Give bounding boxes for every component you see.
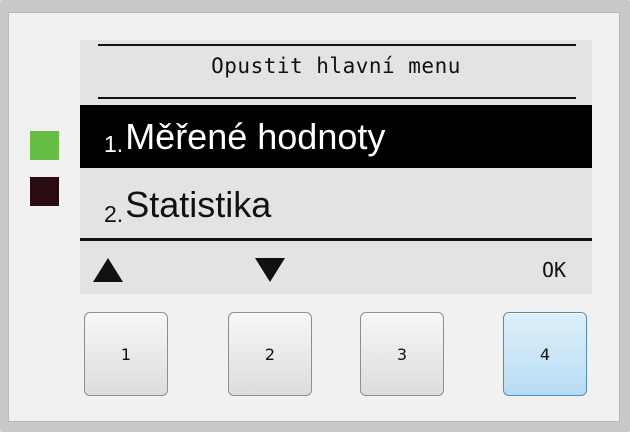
menu-item-statistics[interactable]: 2. Statistika	[80, 171, 592, 238]
menu-item-number: 2.	[104, 201, 124, 227]
status-led-dark	[30, 177, 59, 206]
hardware-button-4[interactable]: 4	[503, 312, 587, 396]
status-led-green	[30, 131, 59, 160]
softkey-divider	[80, 238, 592, 241]
hardware-button-3[interactable]: 3	[360, 312, 444, 396]
hardware-button-1[interactable]: 1	[84, 312, 168, 396]
up-arrow-icon	[93, 258, 123, 282]
controller-device: Opustit hlavní menu 1. Měřené hodnoty 2.…	[0, 0, 630, 432]
header-top-rule	[98, 44, 576, 46]
menu-item-measured-values[interactable]: 1. Měřené hodnoty	[80, 105, 592, 168]
softkey-up[interactable]	[90, 253, 126, 287]
softkey-down[interactable]	[252, 253, 288, 287]
down-arrow-icon	[255, 258, 285, 282]
header-bottom-rule	[98, 97, 576, 99]
lcd-screen: Opustit hlavní menu 1. Měřené hodnoty 2.…	[80, 40, 592, 294]
menu-header[interactable]: Opustit hlavní menu	[80, 54, 592, 78]
menu-item-number: 1.	[104, 131, 124, 157]
menu-item-label: Měřené hodnoty	[125, 115, 386, 157]
softkey-ok[interactable]: OK	[528, 253, 580, 287]
hardware-button-2[interactable]: 2	[228, 312, 312, 396]
menu-item-label: Statistika	[125, 183, 272, 225]
